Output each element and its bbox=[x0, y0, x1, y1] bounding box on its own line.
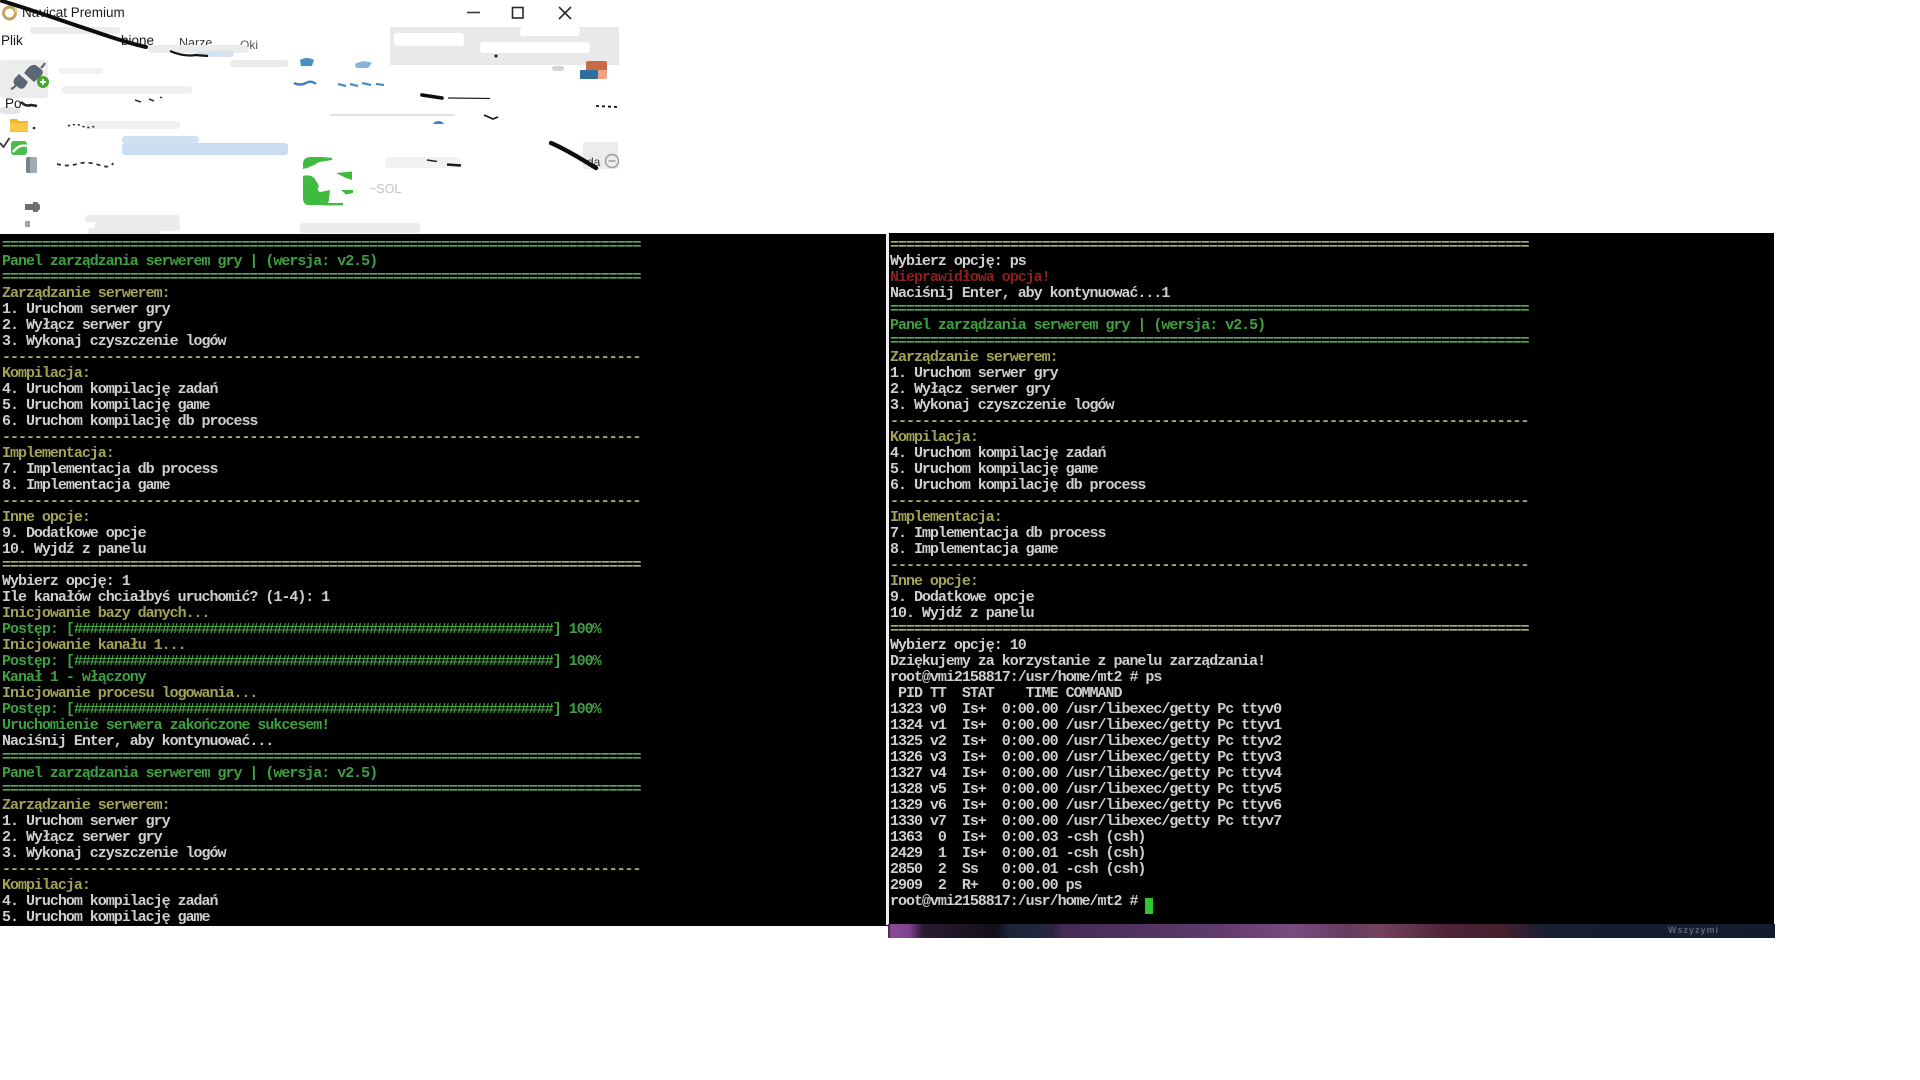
svg-text:Po: Po bbox=[5, 96, 22, 111]
